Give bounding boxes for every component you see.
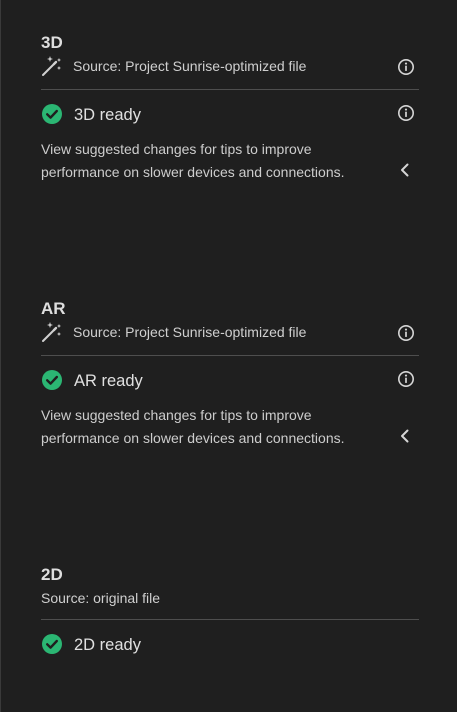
chevron-left-icon[interactable]: [398, 428, 412, 444]
source-info-icon[interactable]: [397, 324, 415, 342]
source-label: Source: original file: [41, 590, 161, 606]
section-title: 3D: [41, 33, 63, 52]
source-row: Source: Project Sunrise-optimized file: [41, 321, 419, 343]
status-label: AR ready: [74, 372, 143, 390]
divider: [41, 619, 419, 620]
status-info-icon[interactable]: [397, 104, 415, 122]
check-circle-icon: [42, 104, 62, 124]
source-row: Source: original file: [41, 588, 419, 610]
status-row: 2D ready: [41, 633, 419, 657]
status-row: 3D ready: [41, 103, 419, 127]
tip-text: View suggested changes for tips to impro…: [41, 141, 345, 180]
status-label: 3D ready: [74, 106, 141, 124]
section-title: AR: [41, 299, 66, 318]
status-label: 2D ready: [74, 636, 141, 654]
status-row: AR ready: [41, 369, 419, 393]
status-info-icon[interactable]: [397, 370, 415, 388]
source-label: Source: Project Sunrise-optimized file: [73, 58, 307, 74]
divider: [41, 355, 419, 356]
source-info-icon[interactable]: [397, 58, 415, 76]
check-circle-icon: [42, 634, 62, 654]
divider: [41, 89, 419, 90]
section-3d: 3D Source: Project Sunrise-optimized fil…: [41, 0, 419, 230]
section-title: 2D: [41, 565, 63, 584]
check-circle-icon: [42, 370, 62, 390]
source-label: Source: Project Sunrise-optimized file: [73, 324, 307, 340]
wand-sparkle-icon: [42, 56, 61, 76]
tip-text: View suggested changes for tips to impro…: [41, 407, 345, 446]
chevron-left-icon[interactable]: [398, 162, 412, 178]
source-row: Source: Project Sunrise-optimized file: [41, 55, 419, 77]
section-2d: 2D Source: original file 2D ready: [41, 532, 419, 672]
section-ar: AR Source: Project Sunrise-optimized fil…: [41, 266, 419, 496]
wand-sparkle-icon: [42, 322, 61, 342]
panel-left-border: [0, 0, 1, 712]
